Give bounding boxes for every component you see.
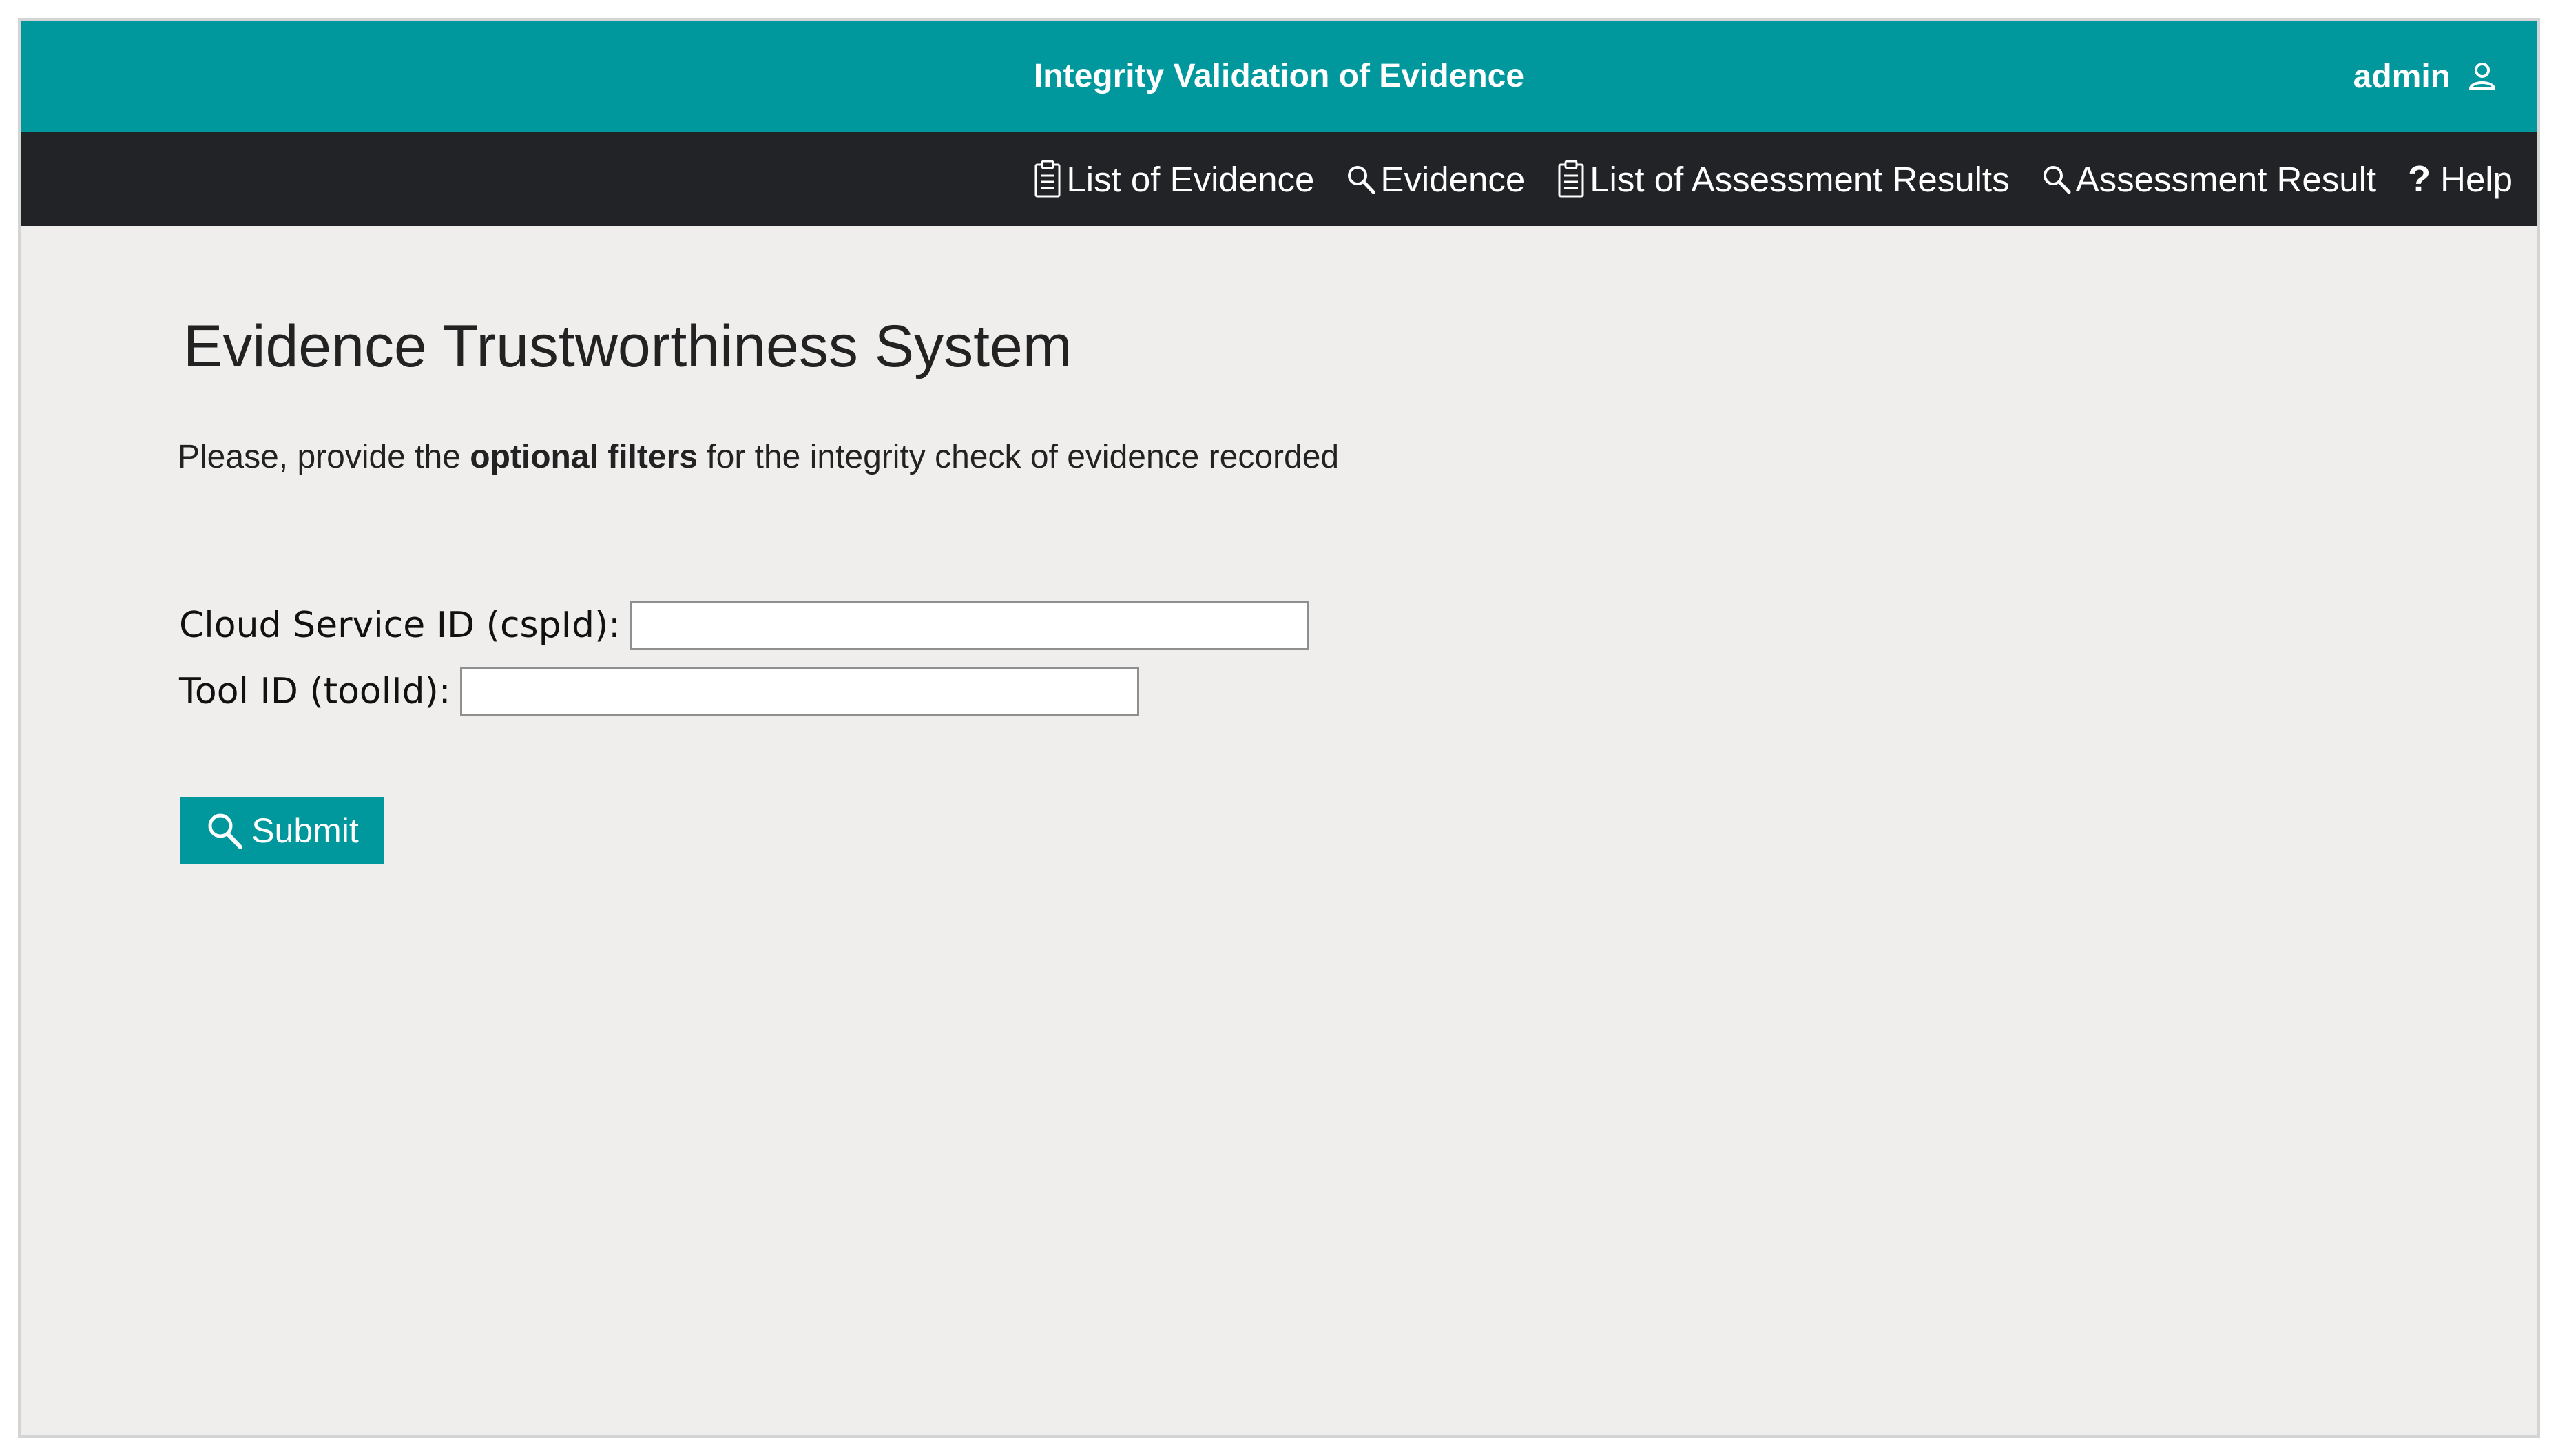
top-header-bar: Integrity Validation of Evidence admin (21, 21, 2537, 132)
question-icon: ? (2408, 158, 2431, 200)
clipboard-icon (1558, 160, 1584, 198)
nav-label: Evidence (1380, 159, 1526, 199)
nav-label: Help (2440, 159, 2513, 199)
user-icon (2469, 63, 2495, 90)
intro-text-start: Please, provide the (178, 439, 470, 475)
tool-id-input[interactable] (460, 667, 1140, 716)
nav-label: List of Evidence (1066, 159, 1315, 199)
user-name: admin (2353, 58, 2451, 95)
search-icon (1348, 166, 1375, 194)
csp-id-label: Cloud Service ID (cspId): (179, 605, 621, 646)
nav-list-of-assessment-results[interactable]: List of Assessment Results (1557, 159, 2010, 200)
search-icon (208, 813, 243, 849)
nav-list-of-evidence[interactable]: List of Evidence (1033, 159, 1314, 200)
nav-assessment-result[interactable]: Assessment Result (2041, 159, 2377, 200)
search-icon (2043, 166, 2071, 194)
tool-id-label: Tool ID (toolId): (179, 671, 451, 712)
csp-id-row: Cloud Service ID (cspId): (179, 601, 1309, 650)
clipboard-icon (1034, 160, 1061, 198)
csp-id-input[interactable] (630, 601, 1309, 650)
nav-help[interactable]: ? Help (2408, 158, 2513, 200)
nav-bar: List of Evidence Evidence List of Assess… (21, 132, 2537, 226)
nav-label: List of Assessment Results (1590, 159, 2010, 199)
page-title: Evidence Trustworthiness System (183, 313, 1072, 379)
nav-evidence[interactable]: Evidence (1346, 159, 1525, 200)
intro-text: Please, provide the optional filters for… (178, 438, 1339, 476)
tool-id-row: Tool ID (toolId): (179, 667, 1140, 716)
user-menu[interactable]: admin (2353, 21, 2496, 132)
app-title: Integrity Validation of Evidence (1033, 58, 1525, 94)
nav-label: Assessment Result (2075, 159, 2377, 199)
app-window: Integrity Validation of Evidence admin L… (18, 18, 2540, 1438)
intro-text-bold: optional filters (470, 439, 698, 475)
submit-label: Submit (251, 811, 359, 850)
intro-text-end: for the integrity check of evidence reco… (697, 439, 1340, 475)
submit-button[interactable]: Submit (180, 797, 384, 864)
